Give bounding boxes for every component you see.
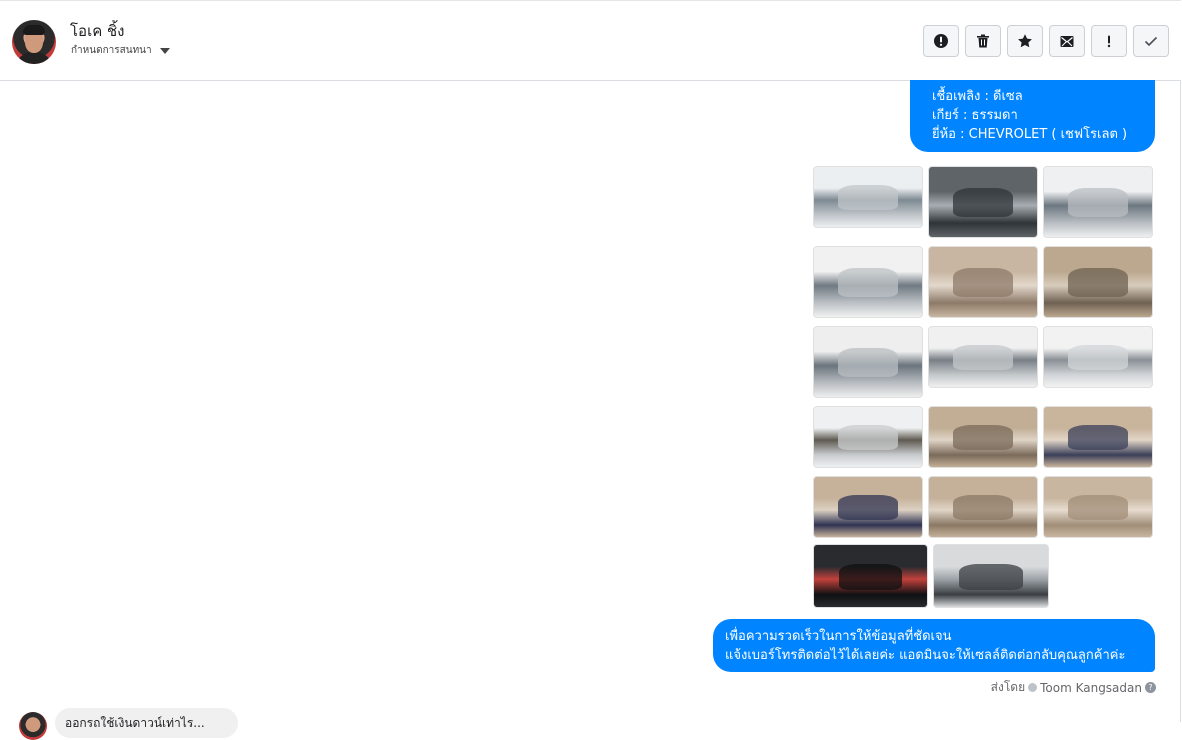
photo-interior-seats[interactable] (928, 476, 1038, 538)
contact-name[interactable]: โอเค ชิ้ง (70, 19, 125, 43)
outgoing-message-specs[interactable]: เชื้อเพลิง : ดีเซล เกียร์ : ธรรมดา ยี่ห้… (910, 80, 1155, 152)
mark-unread-button[interactable] (1049, 25, 1085, 57)
outgoing-message-contact-request[interactable]: เพื่อความรวดเร็วในการให้ข้อมูลที่ชัดเจน … (713, 619, 1155, 672)
exclamation-circle-icon (934, 34, 948, 48)
assign-conversation-dropdown[interactable]: กำหนดการสนทนา (71, 43, 170, 58)
conversation-toolbar (923, 25, 1169, 57)
photo-wheel-closeup[interactable] (813, 406, 923, 468)
photo-rear-seat[interactable] (1043, 476, 1153, 538)
contact-avatar-small (19, 712, 47, 740)
exclamation-icon (1107, 35, 1111, 48)
photo-engine-bay-2[interactable] (933, 544, 1049, 608)
trash-icon (977, 34, 989, 48)
sent-by-prefix: ส่งโดย (990, 680, 1026, 694)
assign-label: กำหนดการสนทนา (71, 45, 152, 56)
photo-pickup-front-left-2[interactable] (813, 326, 923, 398)
message-line: เพื่อความรวดเร็วในการให้ข้อมูลที่ชัดเจน (725, 629, 952, 644)
important-button[interactable] (1091, 25, 1127, 57)
conversation-header: โอเค ชิ้ง กำหนดการสนทนา (0, 0, 1181, 81)
photo-door-panel[interactable] (1043, 246, 1153, 318)
sender-name[interactable]: Toom Kangsadan (1040, 681, 1142, 695)
photo-pickup-front-right[interactable] (1043, 166, 1153, 238)
star-icon (1018, 34, 1032, 48)
spec-gear: เกียร์ : ธรรมดา (932, 108, 1018, 123)
contact-avatar[interactable] (12, 20, 56, 64)
check-icon (1144, 36, 1158, 47)
photo-steering-wheel[interactable] (1043, 406, 1153, 468)
spec-fuel: เชื้อเพลิง : ดีเซล (932, 89, 1023, 104)
page-badge-icon (1028, 683, 1038, 692)
delete-button[interactable] (965, 25, 1001, 57)
message-line: แจ้งเบอร์โทรติดต่อไว้ได้เลยค่ะ แอดมินจะใ… (725, 648, 1126, 663)
incoming-message[interactable]: ออกรถใช้เงินดาวน์เท่าไร... (55, 708, 238, 738)
envelope-icon (1060, 36, 1074, 47)
photo-pickup-front-left[interactable] (813, 166, 923, 228)
sent-by-label: ส่งโดย Toom Kangsadan ? (991, 678, 1156, 697)
mark-done-button[interactable] (1133, 25, 1169, 57)
mark-spam-button[interactable] (923, 25, 959, 57)
photo-dashboard-gauges[interactable] (813, 544, 928, 608)
spec-brand: ยี่ห้อ : CHEVROLET ( เชฟโรเลต ) (932, 127, 1128, 142)
caret-down-icon (159, 47, 170, 54)
photo-steering-wheel-2[interactable] (813, 476, 923, 538)
photo-pickup-front[interactable] (813, 246, 923, 318)
photo-engine-bay[interactable] (928, 166, 1038, 238)
photo-pickup-side-front[interactable] (928, 326, 1038, 388)
photo-door-panel-2[interactable] (928, 406, 1038, 468)
star-button[interactable] (1007, 25, 1043, 57)
photo-interior-front-seat[interactable] (928, 246, 1038, 318)
help-icon[interactable]: ? (1145, 682, 1156, 693)
photo-pickup-side[interactable] (1043, 326, 1153, 388)
